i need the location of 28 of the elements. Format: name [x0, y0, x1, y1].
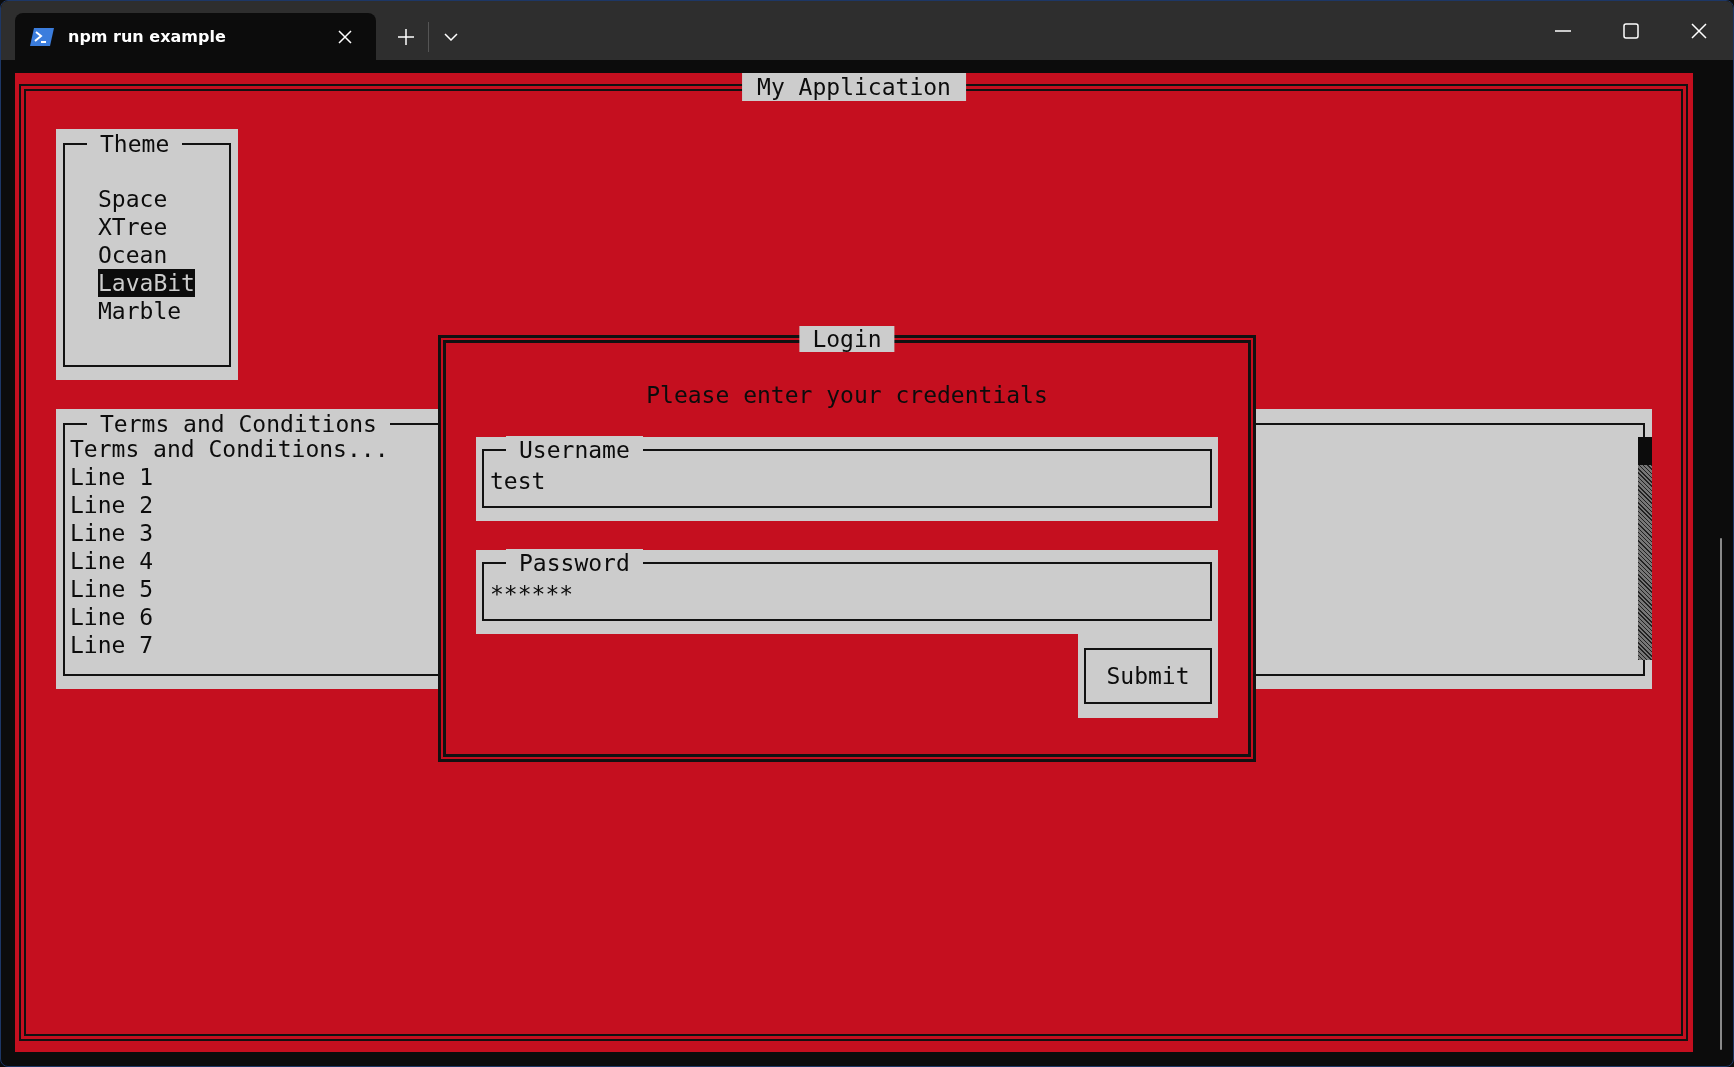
maximize-icon	[1623, 22, 1639, 39]
close-icon	[1691, 22, 1707, 39]
terms-line: Line 1	[70, 463, 154, 491]
terms-line: Line 2	[70, 491, 154, 519]
terms-line: Line 6	[70, 603, 154, 631]
theme-option[interactable]: Space	[98, 185, 168, 213]
terms-line: Line 4	[70, 547, 154, 575]
scrollbar[interactable]	[1638, 437, 1652, 660]
window-scrollbar[interactable]	[1720, 538, 1722, 1050]
minimize-icon	[1555, 29, 1571, 32]
dialog-title: Login	[799, 326, 895, 352]
plus-icon	[398, 28, 414, 45]
theme-option[interactable]: Marble	[98, 297, 182, 325]
app-title: My Application	[742, 73, 966, 101]
close-icon[interactable]	[338, 29, 352, 44]
terminal-tab[interactable]: npm run example	[15, 13, 376, 60]
submit-button[interactable]: Submit	[1084, 648, 1212, 704]
terms-line: Terms and Conditions...	[70, 435, 389, 463]
theme-option[interactable]: Ocean	[98, 241, 168, 269]
scrollbar-thumb[interactable]	[1638, 437, 1652, 465]
terms-line: Line 3	[70, 519, 154, 547]
powershell-icon	[30, 27, 54, 46]
theme-option[interactable]: LavaBit	[98, 269, 195, 297]
login-prompt: Please enter your credentials	[645, 381, 1049, 409]
theme-option[interactable]: XTree	[98, 213, 168, 241]
chevron-down-icon	[444, 32, 458, 41]
terms-line: Line 5	[70, 575, 154, 603]
terms-line: Line 7	[70, 631, 154, 659]
